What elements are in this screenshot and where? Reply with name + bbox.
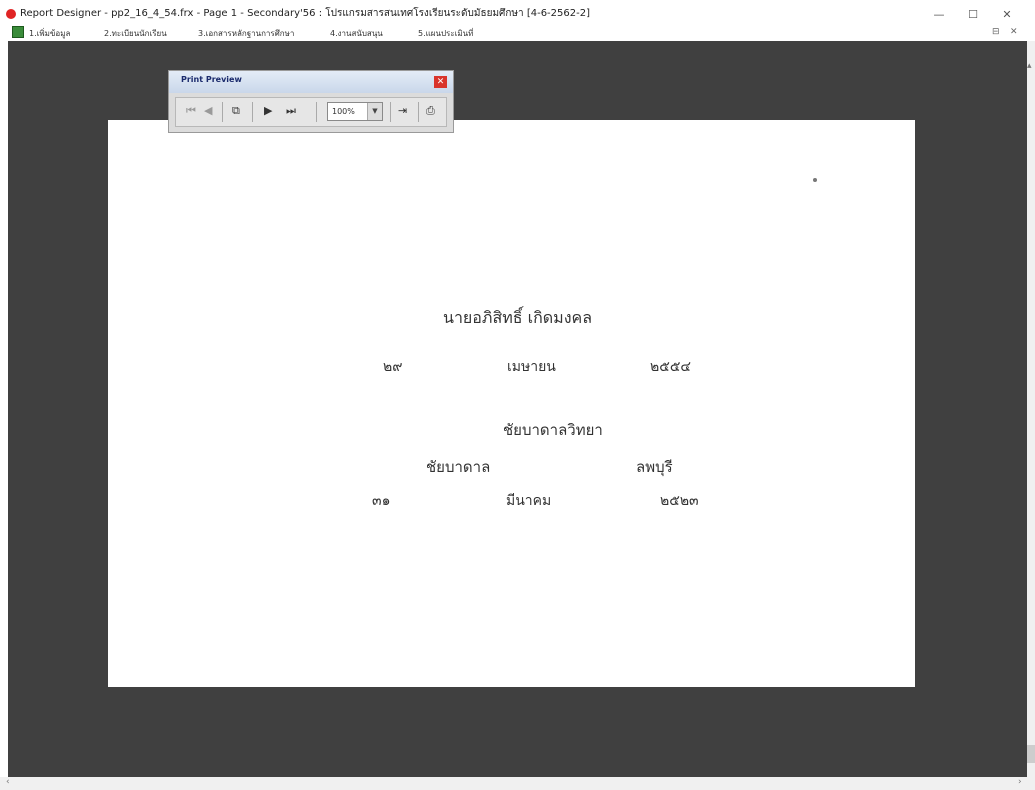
menu-item-student-registry[interactable]: 2.ทะเบียนนักเรียน bbox=[104, 27, 167, 40]
birth-day: ๓๑ bbox=[372, 493, 391, 509]
district-name: ชัยบาดาล bbox=[426, 458, 491, 476]
issue-day: ๒๙ bbox=[383, 359, 403, 375]
vertical-scroll-thumb[interactable] bbox=[1027, 745, 1035, 763]
birth-month: มีนาคม bbox=[506, 493, 552, 509]
print-preview-toolbar[interactable]: Print Preview ✕ ⏮ ◀ ⧉ ▶ ⏭ 100% ▼ ⇥ ⎙ bbox=[168, 70, 454, 133]
next-page-icon[interactable]: ▶ bbox=[264, 104, 272, 117]
issue-year: ๒๕๕๔ bbox=[650, 359, 692, 375]
menu-item-support[interactable]: 4.งานสนับสนุน bbox=[330, 27, 383, 40]
horizontal-scrollbar[interactable]: ‹ › bbox=[0, 777, 1035, 790]
form-icon bbox=[12, 26, 24, 38]
page-marker-dot bbox=[813, 178, 817, 182]
print-preview-close-button[interactable]: ✕ bbox=[434, 76, 447, 88]
menu-item-add-data[interactable]: 1.เพิ่มข้อมูล bbox=[29, 27, 70, 40]
window-title: Report Designer - pp2_16_4_54.frx - Page… bbox=[20, 8, 590, 19]
menu-item-evaluation[interactable]: 5.แผนประเมินที่ bbox=[418, 27, 473, 40]
vertical-scrollbar[interactable]: ▴ bbox=[1027, 41, 1035, 777]
app-icon bbox=[6, 9, 16, 19]
scroll-up-icon[interactable]: ▴ bbox=[1027, 61, 1032, 71]
mdi-close-button[interactable]: ✕ bbox=[1010, 27, 1018, 37]
report-page bbox=[108, 120, 915, 687]
zoom-select[interactable]: 100% ▼ bbox=[327, 102, 383, 121]
scroll-right-icon[interactable]: › bbox=[1018, 777, 1022, 787]
zoom-value: 100% bbox=[332, 107, 355, 116]
exit-icon[interactable]: ⇥ bbox=[398, 104, 407, 117]
print-preview-title: Print Preview bbox=[181, 75, 242, 84]
mdi-restore-button[interactable]: ⊟ bbox=[992, 27, 1000, 37]
chevron-down-icon[interactable]: ▼ bbox=[367, 103, 382, 120]
print-preview-titlebar[interactable]: Print Preview ✕ bbox=[169, 71, 453, 93]
menu-item-documents[interactable]: 3.เอกสารหลักฐานการศึกษา bbox=[198, 27, 294, 40]
recipient-name: นายอภิสิทธิ์ เกิดมงคล bbox=[443, 308, 593, 327]
province-name: ลพบุรี bbox=[636, 458, 673, 476]
prev-page-icon[interactable]: ◀ bbox=[204, 104, 212, 117]
copy-icon[interactable]: ⧉ bbox=[232, 104, 240, 118]
birth-year: ๒๕๒๓ bbox=[660, 493, 699, 509]
issue-month: เมษายน bbox=[507, 359, 556, 375]
first-page-icon[interactable]: ⏮ bbox=[186, 104, 196, 118]
school-name: ชัยบาดาลวิทยา bbox=[503, 421, 603, 439]
scroll-left-icon[interactable]: ‹ bbox=[6, 777, 10, 787]
last-page-icon[interactable]: ⏭ bbox=[286, 104, 296, 118]
print-preview-buttons: ⏮ ◀ ⧉ ▶ ⏭ 100% ▼ ⇥ ⎙ bbox=[175, 97, 447, 127]
print-icon[interactable]: ⎙ bbox=[426, 104, 435, 118]
